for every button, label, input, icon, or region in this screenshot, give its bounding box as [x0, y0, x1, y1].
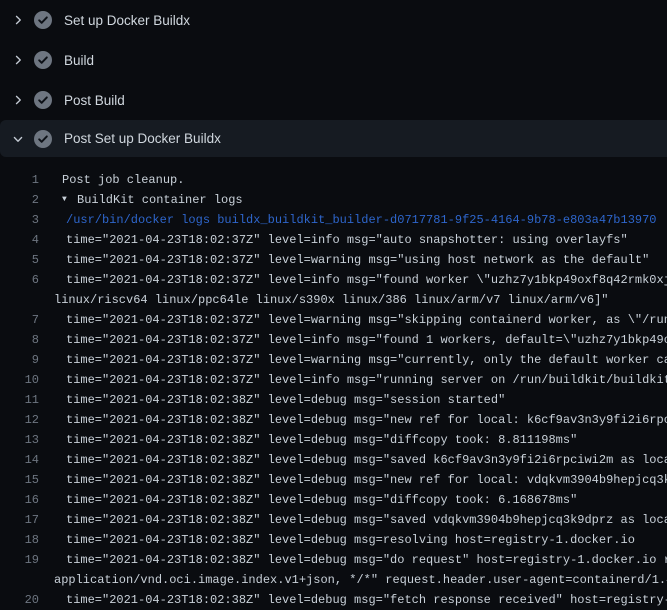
log-line-number[interactable]: 16 — [0, 490, 39, 510]
log-line-number[interactable]: 6 — [0, 270, 39, 290]
log-line-number[interactable]: 20 — [0, 590, 39, 610]
log-line: 17time="2021-04-23T18:02:38Z" level=debu… — [0, 510, 667, 530]
check-circle-icon — [34, 130, 52, 148]
log-line: 18time="2021-04-23T18:02:38Z" level=debu… — [0, 530, 667, 550]
log-line-number[interactable]: 18 — [0, 530, 39, 550]
log-line: 11time="2021-04-23T18:02:38Z" level=debu… — [0, 390, 667, 410]
log-line: 15time="2021-04-23T18:02:38Z" level=debu… — [0, 470, 667, 490]
log-text: time="2021-04-23T18:02:37Z" level=info m… — [0, 270, 667, 290]
log-line: 20time="2021-04-23T18:02:38Z" level=debu… — [0, 590, 667, 610]
log-text: linux/riscv64 linux/ppc64le linux/s390x … — [0, 290, 609, 310]
log-text: time="2021-04-23T18:02:38Z" level=debug … — [0, 470, 667, 490]
log-text: time="2021-04-23T18:02:38Z" level=debug … — [0, 410, 667, 430]
log-line: 14time="2021-04-23T18:02:38Z" level=debu… — [0, 450, 667, 470]
step-label: Post Set up Docker Buildx — [64, 131, 221, 146]
log-text: time="2021-04-23T18:02:37Z" level=info m… — [0, 330, 667, 350]
log-text: time="2021-04-23T18:02:37Z" level=warnin… — [0, 310, 667, 330]
log-line-number[interactable]: 15 — [0, 470, 39, 490]
log-line: 2▼BuildKit container logs — [0, 190, 667, 210]
group-expand-triangle-icon[interactable]: ▼ — [62, 190, 67, 210]
log-line-number[interactable]: 14 — [0, 450, 39, 470]
log-line-number[interactable]: 8 — [0, 330, 39, 350]
step-row-post-build[interactable]: Post Build — [0, 80, 667, 120]
log-line: 1Post job cleanup. — [0, 170, 667, 190]
step-label: Post Build — [64, 93, 125, 108]
steps-list: Set up Docker Buildx Build Post Build Po… — [0, 0, 667, 157]
step-label: Set up Docker Buildx — [64, 13, 190, 28]
log-text: time="2021-04-23T18:02:38Z" level=debug … — [0, 530, 635, 550]
log-line: 19time="2021-04-23T18:02:38Z" level=debu… — [0, 550, 667, 570]
step-row-post-setup-docker-buildx[interactable]: Post Set up Docker Buildx — [0, 120, 667, 157]
log-line: 6time="2021-04-23T18:02:37Z" level=info … — [0, 270, 667, 290]
log-lines: 1Post job cleanup.2▼BuildKit container l… — [0, 157, 667, 610]
log-line-number[interactable]: 2 — [0, 190, 39, 210]
log-line-number[interactable]: 10 — [0, 370, 39, 390]
log-line: 13time="2021-04-23T18:02:38Z" level=debu… — [0, 430, 667, 450]
log-line: 8time="2021-04-23T18:02:37Z" level=info … — [0, 330, 667, 350]
log-line-continuation: application/vnd.oci.image.index.v1+json,… — [0, 570, 667, 590]
log-line: 5time="2021-04-23T18:02:37Z" level=warni… — [0, 250, 667, 270]
log-text: time="2021-04-23T18:02:38Z" level=debug … — [0, 390, 505, 410]
log-line-number[interactable]: 13 — [0, 430, 39, 450]
log-line-number[interactable]: 7 — [0, 310, 39, 330]
chevron-right-icon — [12, 14, 24, 26]
log-line: 3/usr/bin/docker logs buildx_buildkit_bu… — [0, 210, 667, 230]
log-text: time="2021-04-23T18:02:38Z" level=debug … — [0, 490, 577, 510]
log-line: 12time="2021-04-23T18:02:38Z" level=debu… — [0, 410, 667, 430]
check-circle-icon — [34, 11, 52, 29]
chevron-down-icon — [12, 133, 24, 145]
log-line: 16time="2021-04-23T18:02:38Z" level=debu… — [0, 490, 667, 510]
log-line-number[interactable]: 12 — [0, 410, 39, 430]
log-text: application/vnd.oci.image.index.v1+json,… — [0, 570, 667, 590]
log-line-number[interactable]: 1 — [0, 170, 39, 190]
log-line: 10time="2021-04-23T18:02:37Z" level=info… — [0, 370, 667, 390]
log-line-number[interactable]: 19 — [0, 550, 39, 570]
chevron-right-icon — [12, 54, 24, 66]
step-row-build[interactable]: Build — [0, 40, 667, 80]
log-text: time="2021-04-23T18:02:37Z" level=warnin… — [0, 350, 667, 370]
log-line: 7time="2021-04-23T18:02:37Z" level=warni… — [0, 310, 667, 330]
log-text: time="2021-04-23T18:02:37Z" level=warnin… — [0, 250, 649, 270]
log-line: 9time="2021-04-23T18:02:37Z" level=warni… — [0, 350, 667, 370]
log-text: time="2021-04-23T18:02:37Z" level=info m… — [0, 370, 667, 390]
log-line-number[interactable]: 3 — [0, 210, 39, 230]
step-row-setup-docker-buildx[interactable]: Set up Docker Buildx — [0, 0, 667, 40]
log-line-number[interactable]: 4 — [0, 230, 39, 250]
log-text: time="2021-04-23T18:02:38Z" level=debug … — [0, 590, 667, 610]
log-command-text: /usr/bin/docker logs buildx_buildkit_bui… — [0, 210, 657, 230]
chevron-right-icon — [12, 94, 24, 106]
log-text: time="2021-04-23T18:02:38Z" level=debug … — [0, 510, 667, 530]
log-line-number[interactable]: 17 — [0, 510, 39, 530]
log-line-number[interactable]: 5 — [0, 250, 39, 270]
check-circle-icon — [34, 91, 52, 109]
log-text: time="2021-04-23T18:02:38Z" level=debug … — [0, 430, 577, 450]
log-line-continuation: linux/riscv64 linux/ppc64le linux/s390x … — [0, 290, 667, 310]
log-line-number[interactable]: 9 — [0, 350, 39, 370]
log-text: time="2021-04-23T18:02:37Z" level=info m… — [0, 230, 628, 250]
check-circle-icon — [34, 51, 52, 69]
log-text: time="2021-04-23T18:02:38Z" level=debug … — [0, 550, 667, 570]
log-line: 4time="2021-04-23T18:02:37Z" level=info … — [0, 230, 667, 250]
step-label: Build — [64, 53, 94, 68]
log-text: time="2021-04-23T18:02:38Z" level=debug … — [0, 450, 667, 470]
log-line-number[interactable]: 11 — [0, 390, 39, 410]
